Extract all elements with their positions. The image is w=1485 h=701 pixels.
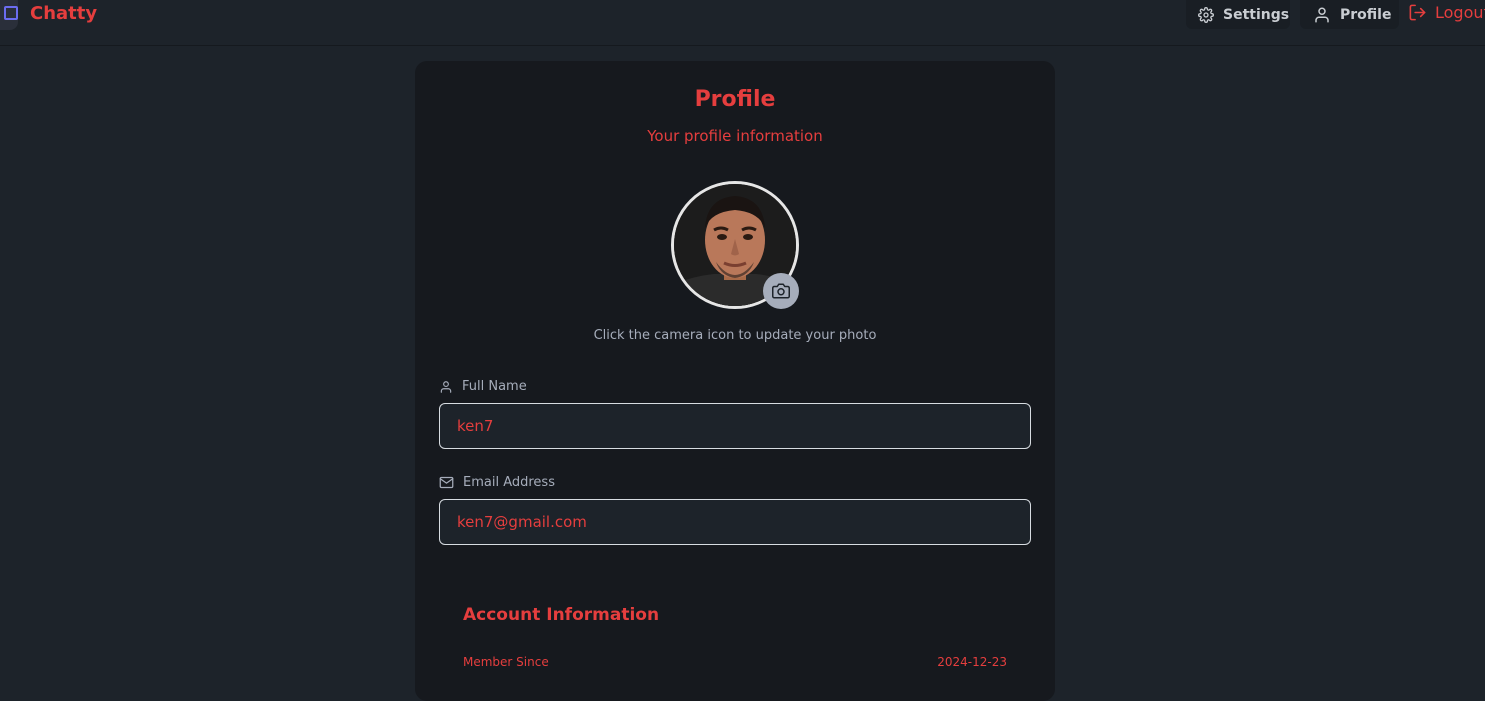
full-name-field[interactable]: ken7 — [439, 403, 1031, 449]
settings-label: Settings — [1223, 6, 1290, 23]
user-icon — [440, 380, 452, 393]
page-title: Profile — [694, 87, 776, 112]
mail-icon — [439, 476, 454, 489]
email-field[interactable]: ken7@gmail.com — [439, 499, 1031, 545]
full-name-label-text: Full Name — [462, 379, 527, 394]
page-subtitle: Your profile information — [647, 127, 823, 145]
logo-box[interactable] — [0, 0, 18, 30]
settings-button[interactable]: Settings — [1186, 0, 1290, 29]
email-label: Email Address — [439, 475, 555, 490]
message-square-icon — [4, 6, 18, 20]
logout-button[interactable]: Logout — [1408, 3, 1485, 22]
navbar: Chatty Settings Profile Logout — [0, 0, 1485, 46]
full-name-label: Full Name — [439, 379, 527, 394]
camera-icon — [772, 283, 790, 299]
profile-label: Profile — [1340, 6, 1392, 23]
user-icon — [1315, 7, 1329, 22]
logout-label: Logout — [1435, 3, 1485, 22]
profile-button[interactable]: Profile — [1300, 0, 1399, 29]
avatar-container — [671, 181, 799, 309]
gear-icon — [1198, 6, 1214, 23]
brand-name[interactable]: Chatty — [30, 2, 97, 26]
email-label-text: Email Address — [463, 475, 555, 490]
member-since-value: 2024-12-23 — [937, 655, 1007, 669]
member-since-label: Member Since — [463, 655, 549, 669]
profile-card: Profile Your profile information Click t… — [415, 61, 1055, 701]
logout-icon — [1409, 4, 1426, 21]
account-information-heading: Account Information — [463, 605, 660, 625]
camera-button[interactable] — [763, 273, 799, 309]
member-since-row: Member Since 2024-12-23 — [463, 655, 1007, 669]
photo-hint: Click the camera icon to update your pho… — [593, 328, 877, 343]
